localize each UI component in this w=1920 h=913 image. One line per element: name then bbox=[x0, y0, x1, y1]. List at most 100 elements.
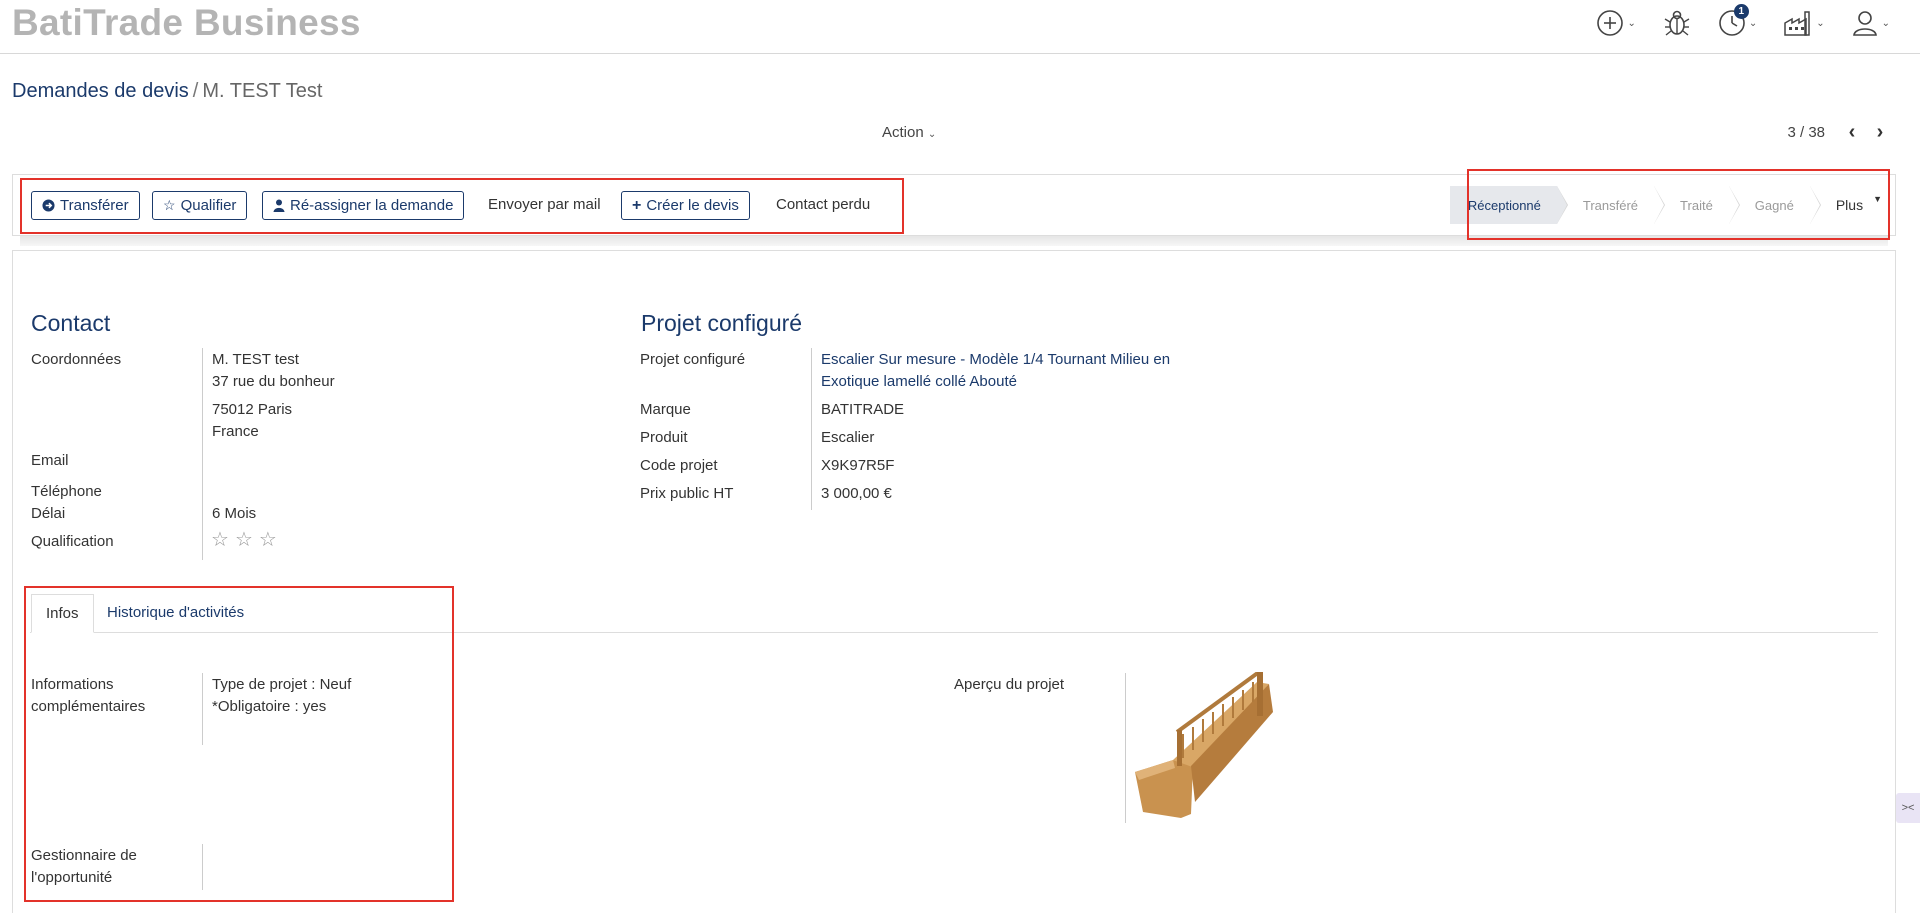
qualification-stars: ☆ ☆ ☆ bbox=[211, 530, 277, 550]
tabs-underline bbox=[30, 632, 1878, 633]
contact-country: France bbox=[212, 423, 259, 440]
contact-perdu-button[interactable]: Contact perdu bbox=[776, 196, 870, 213]
creer-devis-button[interactable]: + Créer le devis bbox=[621, 191, 750, 220]
breadcrumb-parent-link[interactable]: Demandes de devis bbox=[12, 80, 189, 102]
telephone-label: Téléphone bbox=[31, 483, 102, 500]
reassign-label: Ré-assigner la demande bbox=[290, 197, 454, 214]
prix-public-value: 3 000,00 € bbox=[821, 485, 892, 502]
stage-traite[interactable]: Traité bbox=[1654, 186, 1740, 224]
caret-down-icon: ▼ bbox=[1873, 194, 1882, 204]
chevron-down-icon: ⌄ bbox=[927, 129, 937, 140]
code-projet-value: X9K97R5F bbox=[821, 457, 895, 474]
projet-configure-label: Projet configuré bbox=[640, 351, 746, 368]
statusbar-shadow bbox=[20, 236, 1888, 246]
gestionnaire-label-line1: Gestionnaire de bbox=[31, 847, 137, 864]
projet-divider bbox=[811, 348, 812, 510]
contact-city: 75012 Paris bbox=[212, 401, 293, 418]
top-icons: ⌄ 1 ⌄ ⌄ ⌄ bbox=[1596, 4, 1890, 38]
info-comp-divider bbox=[202, 673, 203, 745]
breadcrumb-current: M. TEST Test bbox=[202, 80, 323, 102]
projet-configure-link-line1[interactable]: Escalier Sur mesure - Modèle 1/4 Tournan… bbox=[821, 351, 1170, 368]
marque-value: BATITRADE bbox=[821, 401, 905, 418]
contact-section-title: Contact bbox=[31, 310, 111, 336]
stage-traite-label: Traité bbox=[1680, 197, 1713, 213]
creer-devis-label: Créer le devis bbox=[646, 197, 739, 214]
activity-menu[interactable]: 1 ⌄ bbox=[1718, 4, 1758, 38]
company-menu[interactable]: ⌄ bbox=[1783, 8, 1825, 38]
stage-plus-label: Plus bbox=[1835, 197, 1864, 213]
tab-historique[interactable]: Historique d'activités bbox=[93, 594, 258, 633]
tab-infos[interactable]: Infos bbox=[31, 594, 94, 633]
apercu-label: Aperçu du projet bbox=[954, 676, 1065, 693]
qualifier-label: Qualifier bbox=[180, 197, 237, 214]
stage-plus-dropdown[interactable]: Plus ▼ bbox=[1810, 186, 1890, 224]
email-label: Email bbox=[31, 452, 69, 469]
prix-public-label: Prix public HT bbox=[640, 485, 734, 502]
projet-configure-link-line2[interactable]: Exotique lamellé collé Abouté bbox=[821, 373, 1017, 390]
user-menu[interactable]: ⌄ bbox=[1851, 8, 1890, 38]
pager-next-button[interactable]: › bbox=[1870, 120, 1890, 144]
apercu-divider bbox=[1125, 673, 1126, 823]
gestionnaire-label-line2: l'opportunité bbox=[31, 869, 113, 886]
chevron-down-icon: ⌄ bbox=[1748, 17, 1758, 29]
action-label: Action bbox=[882, 124, 924, 141]
staircase-preview-image bbox=[1135, 672, 1273, 818]
contact-name: M. TEST test bbox=[212, 351, 299, 368]
top-navbar: BatiTrade Business ⌄ 1 ⌄ ⌄ ⌄ bbox=[0, 0, 1920, 54]
delai-label: Délai bbox=[31, 505, 66, 522]
activity-badge: 1 bbox=[1733, 4, 1749, 19]
app-title: BatiTrade Business bbox=[12, 2, 361, 43]
arrow-circle-right-icon bbox=[42, 199, 55, 212]
chevron-down-icon: ⌄ bbox=[1816, 17, 1825, 29]
info-comp-label-line1: Informations bbox=[31, 676, 114, 693]
pager-previous-button[interactable]: ‹ bbox=[1842, 120, 1862, 144]
stage-transfere-label: Transféré bbox=[1582, 197, 1639, 213]
factory-icon bbox=[1784, 11, 1810, 36]
chevron-down-icon: ⌄ bbox=[1627, 17, 1636, 29]
star-3-icon[interactable]: ☆ bbox=[259, 530, 277, 550]
breadcrumb-separator: / bbox=[192, 80, 199, 102]
delai-value: 6 Mois bbox=[212, 505, 257, 522]
bug-icon bbox=[1664, 10, 1690, 36]
star-1-icon[interactable]: ☆ bbox=[211, 530, 229, 550]
form-sheet bbox=[12, 250, 1896, 913]
info-comp-line2: *Obligatoire : yes bbox=[212, 698, 327, 715]
code-projet-label: Code projet bbox=[640, 457, 718, 474]
chevron-left-icon: ‹ bbox=[1848, 121, 1856, 143]
star-2-icon[interactable]: ☆ bbox=[235, 530, 253, 550]
contact-street: 37 rue du bonheur bbox=[212, 373, 335, 390]
chevron-down-icon: ⌄ bbox=[1881, 17, 1890, 29]
envoyer-mail-button[interactable]: Envoyer par mail bbox=[488, 196, 601, 213]
projet-section-title: Projet configuré bbox=[641, 310, 803, 336]
stage-receptionne-label: Réceptionné bbox=[1467, 197, 1541, 213]
marque-label: Marque bbox=[640, 401, 691, 418]
gestionnaire-divider bbox=[202, 844, 203, 890]
produit-value: Escalier bbox=[821, 429, 875, 446]
action-dropdown[interactable]: Action ⌄ bbox=[882, 124, 936, 141]
plus-icon: + bbox=[632, 196, 642, 214]
pager-counter[interactable]: 3 / 38 bbox=[1787, 124, 1825, 141]
star-edit-icon: ☆ bbox=[163, 197, 176, 213]
stage-gagne-label: Gagné bbox=[1754, 197, 1794, 213]
user-icon bbox=[1852, 11, 1877, 36]
transferer-button[interactable]: Transférer bbox=[31, 191, 140, 220]
info-comp-label-line2: complémentaires bbox=[31, 698, 146, 715]
debug-menu[interactable] bbox=[1662, 8, 1692, 38]
stage-receptionne[interactable]: Réceptionné bbox=[1449, 186, 1568, 224]
info-comp-line1: Type de projet : Neuf bbox=[212, 676, 352, 693]
qualifier-button[interactable]: ☆ Qualifier bbox=[152, 191, 248, 220]
stage-transfere[interactable]: Transféré bbox=[1557, 186, 1666, 224]
user-icon bbox=[273, 199, 285, 212]
breadcrumb: Demandes de devis / M. TEST Test bbox=[12, 80, 322, 103]
add-circle-icon bbox=[1597, 10, 1624, 36]
side-panel-toggle[interactable]: >< bbox=[1896, 793, 1920, 823]
stage-gagne[interactable]: Gagné bbox=[1729, 186, 1821, 224]
coordonnees-label: Coordonnées bbox=[31, 351, 122, 368]
reassign-button[interactable]: Ré-assigner la demande bbox=[262, 191, 465, 220]
status-stages: Réceptionné Transféré Traité Gagné Plus … bbox=[1449, 186, 1890, 224]
transferer-label: Transférer bbox=[60, 197, 129, 214]
qualification-label: Qualification bbox=[31, 533, 114, 550]
add-menu[interactable]: ⌄ bbox=[1596, 8, 1636, 38]
produit-label: Produit bbox=[640, 429, 688, 446]
chevron-right-icon: › bbox=[1876, 121, 1884, 143]
